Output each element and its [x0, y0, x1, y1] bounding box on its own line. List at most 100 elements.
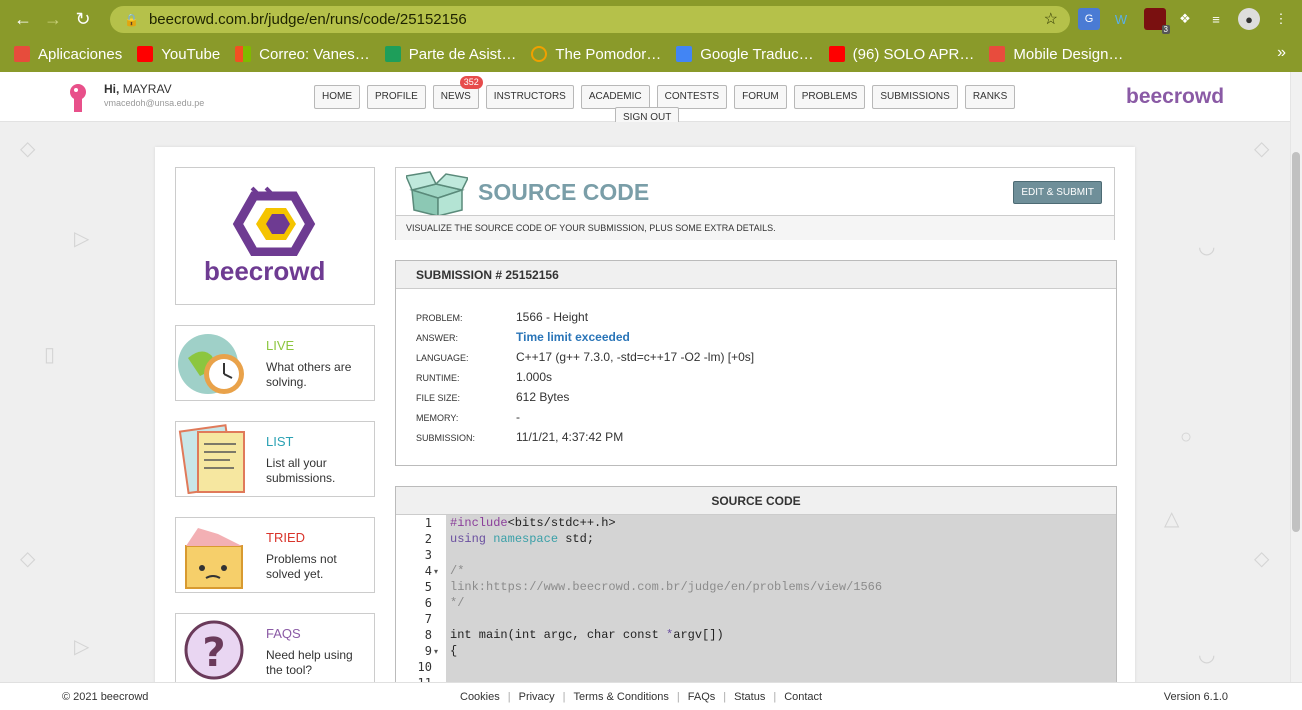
- sidebar-logo-text: beecrowd: [204, 256, 326, 286]
- line-number: 6: [424, 596, 432, 610]
- user-avatar[interactable]: [62, 80, 94, 114]
- fold-toggle-icon[interactable]: ▾: [434, 647, 438, 656]
- fold-toggle-icon[interactable]: ▾: [434, 567, 438, 576]
- sidebar-item-list[interactable]: LIST List all your submissions.: [175, 421, 375, 497]
- bookmark-pomodoro[interactable]: The Pomodor…: [531, 46, 661, 63]
- menu-contests[interactable]: CONTESTS: [656, 85, 728, 109]
- reload-icon[interactable]: ↻: [68, 4, 98, 34]
- submission-date-label: SUBMISSION:: [416, 433, 476, 443]
- file-size-label: FILE SIZE:: [416, 393, 461, 403]
- sidebar-item-faqs[interactable]: ? FAQS Need help using the tool?: [175, 613, 375, 689]
- bookmark-attendance[interactable]: Parte de Asist…: [384, 46, 516, 63]
- ublock-extension-icon[interactable]: 3: [1144, 8, 1170, 34]
- submission-details: SUBMISSION # 25152156 PROBLEM: 1566 - He…: [395, 260, 1117, 466]
- bookmark-youtube[interactable]: YouTube: [137, 46, 220, 63]
- bookmark-apps[interactable]: Aplicaciones: [14, 46, 122, 63]
- code-editor[interactable]: #include<bits/stdc++.h> using namespace …: [446, 515, 1116, 696]
- extension-badge: 3: [1161, 25, 1170, 34]
- sidebar-item-list-desc: List all your submissions.: [266, 456, 336, 485]
- reading-list-icon[interactable]: ≡: [1205, 8, 1227, 30]
- username[interactable]: MAYRAV: [123, 82, 172, 96]
- line-number: 8: [424, 628, 432, 642]
- footer-separator: |: [723, 691, 727, 703]
- code-viewer: SOURCE CODE 1 2 3 4 ▾ 5 6 7 8 9 ▾ 10 11 …: [395, 486, 1117, 696]
- line-number: 10: [417, 660, 432, 674]
- answer-label: ANSWER:: [416, 333, 459, 343]
- menu-home[interactable]: HOME: [314, 85, 360, 109]
- circle-decoration: ○: [1180, 426, 1193, 448]
- back-icon[interactable]: ←: [8, 4, 38, 34]
- copyright-text: © 2021 beecrowd: [62, 691, 149, 703]
- menu-profile[interactable]: PROFILE: [367, 85, 426, 109]
- tried-box-icon: [185, 528, 243, 589]
- notes-list-icon: [178, 424, 245, 494]
- diamond-decoration: ◇: [20, 138, 36, 160]
- bookmarks-overflow-icon[interactable]: »: [1277, 44, 1286, 62]
- line-number: 3: [424, 548, 432, 562]
- menu-academic[interactable]: ACADEMIC: [580, 85, 650, 109]
- puzzle-extensions-icon[interactable]: ❖: [1174, 8, 1196, 30]
- page-scrollbar[interactable]: [1290, 72, 1302, 682]
- sidebar-item-live[interactable]: LIVE What others are solving.: [175, 325, 375, 401]
- version-text: Version 6.1.0: [1163, 691, 1228, 703]
- footer-link-terms[interactable]: Terms & Conditions: [574, 691, 669, 703]
- bookmark-youtube-video[interactable]: (96) SOLO APR…: [828, 46, 974, 63]
- runtime-label: RUNTIME:: [416, 373, 460, 383]
- code-line-9: {: [450, 644, 458, 658]
- footer-link-privacy[interactable]: Privacy: [519, 691, 555, 703]
- browser-menu-icon[interactable]: ⋮: [1270, 8, 1292, 30]
- bookmark-mobile-design[interactable]: Mobile Design…: [989, 46, 1123, 63]
- design-icon: [989, 46, 1006, 62]
- cross-icon: [384, 46, 401, 62]
- menu-news[interactable]: NEWS 352: [432, 76, 483, 109]
- footer-separator: |: [676, 691, 680, 703]
- apps-grid-icon: [14, 46, 30, 62]
- bookmark-mail[interactable]: Correo: Vanes…: [235, 46, 370, 63]
- menu-instructors[interactable]: INSTRUCTORS: [485, 85, 574, 109]
- code-viewer-heading: SOURCE CODE: [396, 487, 1116, 515]
- memory-label: MEMORY:: [416, 413, 459, 423]
- problem-label: PROBLEM:: [416, 313, 463, 323]
- language-label: LANGUAGE:: [416, 353, 469, 363]
- problem-value[interactable]: 1566 - Height: [516, 310, 588, 324]
- footer-separator: |: [507, 691, 511, 703]
- submission-date-value: 11/1/21, 4:37:42 PM: [516, 430, 624, 444]
- edit-submit-button[interactable]: EDIT & SUBMIT: [1013, 181, 1102, 204]
- sidebar-item-tried[interactable]: TRIED Problems not solved yet.: [175, 517, 375, 593]
- footer-link-status[interactable]: Status: [734, 691, 765, 703]
- greeting: Hi, MAYRAV: [104, 82, 172, 96]
- menu-submissions[interactable]: SUBMISSIONS: [872, 85, 958, 109]
- browser-chrome: ← → ↻ 🔒 beecrowd.com.br/judge/en/runs/co…: [0, 0, 1302, 72]
- profile-avatar-icon[interactable]: ●: [1238, 8, 1260, 30]
- line-number: 2: [424, 532, 432, 546]
- footer-separator: |: [562, 691, 566, 703]
- lock-icon: 🔒: [124, 12, 139, 27]
- sidebar-item-faqs-desc: Need help using the tool?: [266, 648, 353, 677]
- address-bar[interactable]: 🔒 beecrowd.com.br/judge/en/runs/code/251…: [110, 6, 1070, 33]
- question-bubble-icon: ?: [184, 620, 244, 680]
- news-badge: 352: [459, 76, 483, 89]
- runtime-value: 1.000s: [516, 370, 553, 384]
- footer-link-faqs[interactable]: FAQs: [688, 691, 716, 703]
- bookmark-star-icon[interactable]: ☆: [1044, 9, 1058, 29]
- file-size-value: 612 Bytes: [516, 390, 570, 404]
- menu-forum[interactable]: FORUM: [734, 85, 787, 109]
- language-value: C++17 (g++ 7.3.0, -std=c++17 -O2 -lm) [+…: [516, 350, 755, 364]
- footer-link-contact[interactable]: Contact: [784, 691, 822, 703]
- diamond-decoration: ◇: [20, 548, 36, 570]
- footer-link-cookies[interactable]: Cookies: [460, 691, 500, 703]
- beecrowd-logo-box[interactable]: beecrowd: [175, 167, 375, 305]
- word-extension-icon[interactable]: W: [1110, 8, 1132, 30]
- google-translate-icon: [676, 46, 693, 62]
- scrollbar-thumb[interactable]: [1292, 152, 1300, 532]
- forward-icon[interactable]: →: [38, 4, 68, 34]
- main-menu: HOME PROFILE NEWS 352 INSTRUCTORS ACADEMI…: [314, 76, 1022, 109]
- code-line-4: /*: [450, 564, 465, 578]
- menu-ranks[interactable]: RANKS: [964, 85, 1016, 109]
- bookmark-google-translate[interactable]: Google Traduc…: [676, 46, 814, 63]
- content-card: beecrowd LIVE What others are solving. L…: [155, 147, 1135, 696]
- brand-logo[interactable]: beecrowd: [1126, 85, 1224, 109]
- google-translate-extension-icon[interactable]: G: [1078, 8, 1100, 30]
- menu-problems[interactable]: PROBLEMS: [793, 85, 866, 109]
- sidebar-item-live-title: LIVE: [266, 338, 295, 353]
